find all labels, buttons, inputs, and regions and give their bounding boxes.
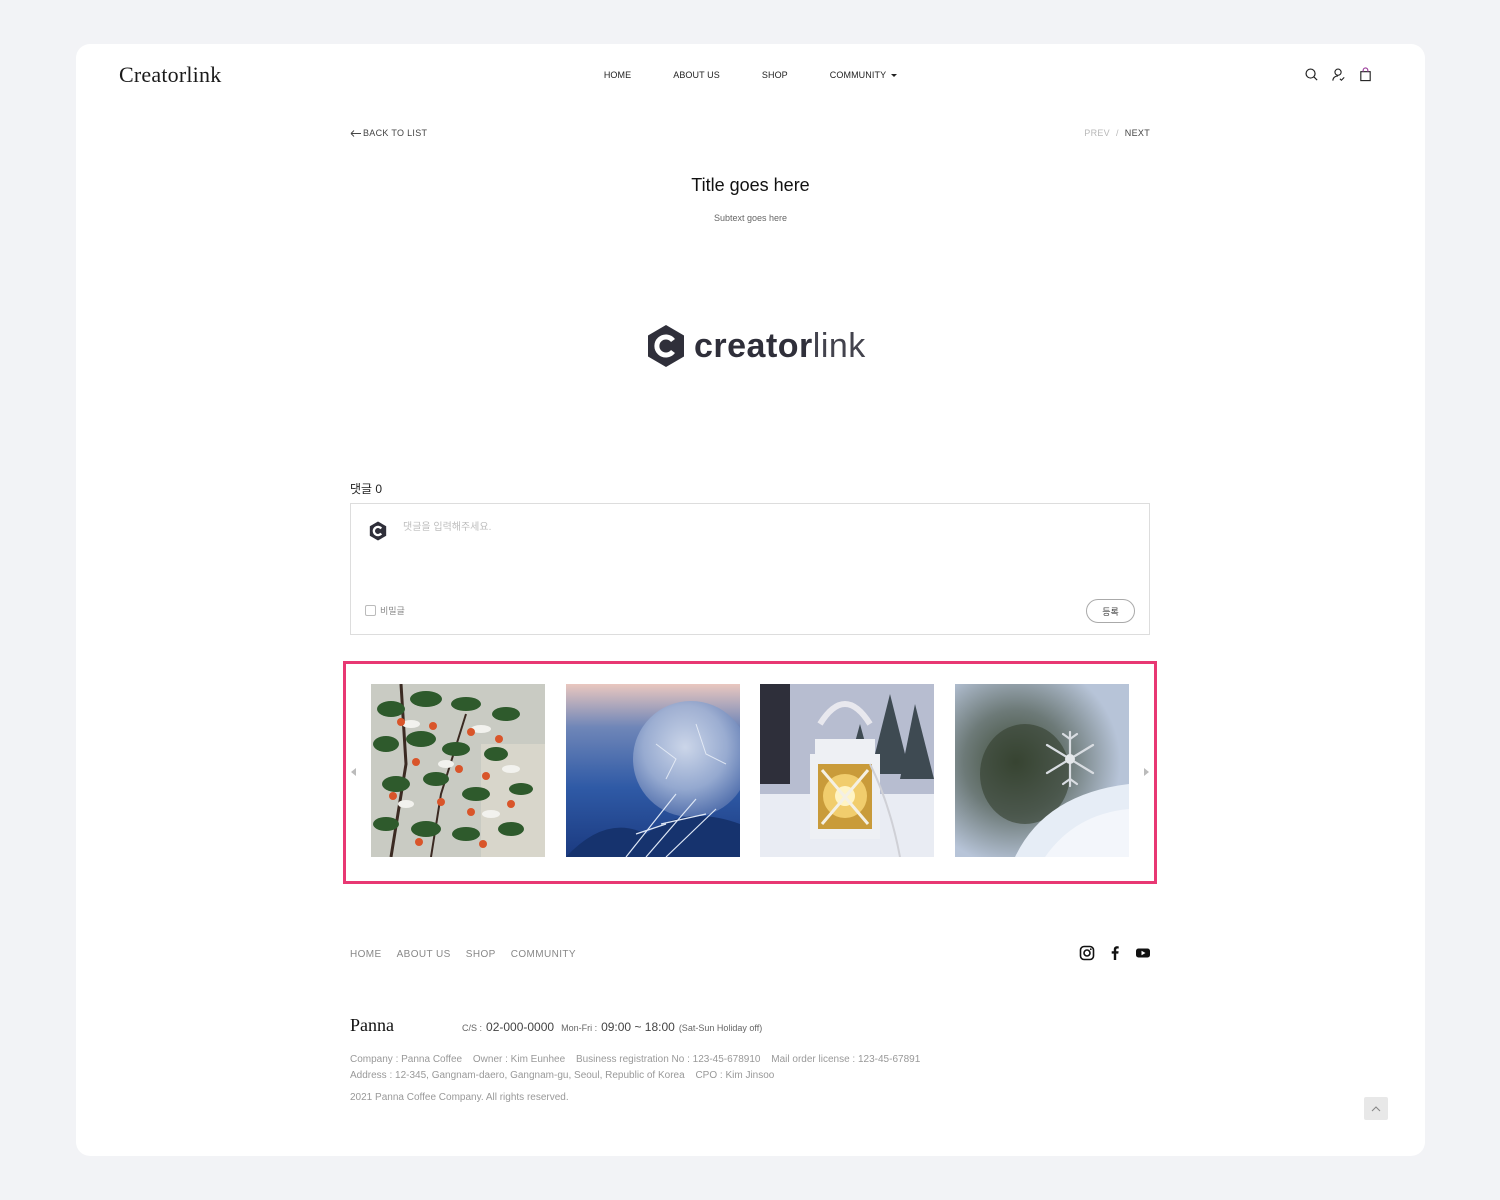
cart-icon[interactable] xyxy=(1358,67,1373,82)
cs-note: (Sat-Sun Holiday off) xyxy=(678,1023,763,1033)
page-card: Creatorlink HOME ABOUT US SHOP COMMUNITY… xyxy=(76,44,1425,1156)
copyright: 2021 Panna Coffee Company. All rights re… xyxy=(350,1092,569,1103)
snow-lantern-image[interactable] xyxy=(760,684,934,857)
user-icon[interactable] xyxy=(1331,67,1346,82)
footer-nav-shop[interactable]: SHOP xyxy=(466,949,496,960)
secret-checkbox[interactable] xyxy=(365,605,376,616)
nav-item-shop[interactable]: SHOP xyxy=(762,70,788,80)
chevron-up-icon xyxy=(1371,1105,1381,1111)
cpo: CPO : Kim Jinsoo xyxy=(695,1070,775,1081)
nav-label: SHOP xyxy=(761,70,788,80)
social-links xyxy=(1079,945,1151,961)
creatorlink-brand-logo: creatorlink xyxy=(646,324,866,368)
nav-item-home[interactable]: HOME xyxy=(604,70,631,80)
cs-phone: 02-000-0000 xyxy=(486,1020,555,1034)
instagram-icon[interactable] xyxy=(1079,945,1095,961)
youtube-icon[interactable] xyxy=(1135,945,1151,961)
nav-item-about-us[interactable]: ABOUT US xyxy=(673,70,720,80)
gallery-next-arrow-icon[interactable] xyxy=(1144,768,1149,776)
nav-label: COMMUNITY xyxy=(829,70,887,80)
arrow-left-icon xyxy=(350,129,361,137)
cs-days: Mon-Fri : xyxy=(561,1023,598,1033)
mail-order-license: Mail order license : 123-45-67891 xyxy=(771,1054,921,1065)
cs-hours: 09:00 ~ 18:00 xyxy=(601,1020,675,1034)
prev-link[interactable]: PREV xyxy=(1084,128,1110,138)
company-name: Company : Panna Coffee xyxy=(350,1054,463,1065)
main-nav: HOME ABOUT US SHOP COMMUNITY xyxy=(76,70,1425,80)
creatorlink-hexagon-icon xyxy=(648,325,684,367)
scroll-top-button[interactable] xyxy=(1364,1097,1388,1120)
header-icons xyxy=(1304,67,1373,82)
nav-label: ABOUT US xyxy=(673,70,720,80)
comment-form: 비밀글 등록 xyxy=(350,503,1150,635)
prev-next-nav: PREV / NEXT xyxy=(1084,128,1150,138)
snowflake-image[interactable] xyxy=(955,684,1129,857)
separator: / xyxy=(1115,128,1119,138)
submit-comment-button[interactable]: 등록 xyxy=(1086,599,1135,623)
cs-label: C/S : xyxy=(462,1023,483,1033)
next-link[interactable]: NEXT xyxy=(1125,128,1150,138)
winter-berries-image[interactable] xyxy=(371,684,545,857)
secret-checkbox-group: 비밀글 xyxy=(365,604,405,617)
address: Address : 12-345, Gangnam-daero, Gangnam… xyxy=(350,1070,685,1081)
search-icon[interactable] xyxy=(1304,67,1319,82)
related-gallery xyxy=(343,661,1157,884)
nav-label: HOME xyxy=(603,70,632,80)
comment-input[interactable] xyxy=(403,518,1123,588)
post-subtitle: Subtext goes here xyxy=(713,213,788,223)
company-info: Company : Panna Coffee Owner : Kim Eunhe… xyxy=(350,1052,928,1084)
footer-nav-community[interactable]: COMMUNITY xyxy=(511,949,576,960)
back-label: BACK TO LIST xyxy=(363,128,428,138)
business-number: Business registration No : 123-45-678910 xyxy=(575,1054,761,1065)
footer-nav-home[interactable]: HOME xyxy=(350,949,382,960)
footer-nav: HOME ABOUT US SHOP COMMUNITY xyxy=(350,949,576,960)
caret-down-icon xyxy=(891,74,898,77)
owner-name: Owner : Kim Eunhee xyxy=(472,1054,566,1065)
brand-text-light: link xyxy=(812,326,866,365)
facebook-icon[interactable] xyxy=(1107,945,1123,961)
post-title: Title goes here xyxy=(691,175,810,195)
customer-service-info: C/S : 02-000-0000 Mon-Fri : 09:00 ~ 18:0… xyxy=(462,1020,762,1034)
nav-item-community[interactable]: COMMUNITY xyxy=(829,70,898,80)
comment-count: 댓글 0 xyxy=(350,482,383,496)
secret-label: 비밀글 xyxy=(380,606,405,616)
back-to-list-link[interactable]: BACK TO LIST xyxy=(350,128,427,138)
brand-text-bold: creator xyxy=(694,326,813,365)
gallery-prev-arrow-icon[interactable] xyxy=(351,768,356,776)
footer-nav-about-us[interactable]: ABOUT US xyxy=(397,949,451,960)
avatar xyxy=(369,521,387,541)
frozen-bubble-image[interactable] xyxy=(566,684,740,857)
footer-brand: Panna xyxy=(350,1015,394,1035)
